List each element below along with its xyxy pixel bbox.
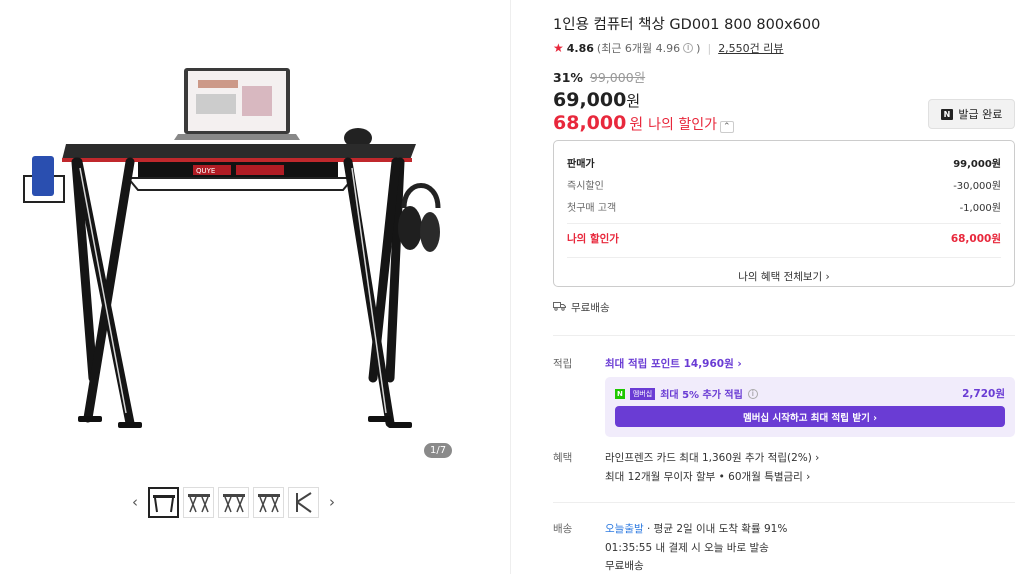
free-shipping-label: 무료배송 bbox=[571, 302, 610, 314]
price-breakdown-box: 판매가 99,000원 즉시할인 -30,000원 첫구매 고객 -1,000원… bbox=[553, 140, 1015, 287]
product-gallery: QUYE 1/7 ‹ › bbox=[0, 0, 510, 574]
prev-arrow-icon[interactable]: ‹ bbox=[126, 493, 144, 511]
free-shipping-row: 무료배송 bbox=[553, 300, 610, 315]
next-arrow-icon[interactable]: › bbox=[323, 493, 341, 511]
rating-recent: (최근 6개월 4.96 bbox=[596, 42, 681, 55]
discount-percent: 31% bbox=[553, 70, 583, 85]
product-title: 1인용 컴퓨터 책상 GD001 800 800x600 bbox=[553, 17, 821, 33]
today-departure-badge: 오늘출발 bbox=[605, 523, 644, 535]
product-main-image[interactable]: QUYE bbox=[18, 58, 458, 438]
breakdown-row: 판매가 99,000원 bbox=[567, 151, 1001, 173]
delivery-free: 무료배송 bbox=[605, 560, 644, 572]
delivery-label: 배송 bbox=[553, 523, 573, 535]
breakdown-label: 첫구매 고객 bbox=[567, 202, 617, 214]
section-divider bbox=[553, 335, 1015, 336]
original-price: 99,000원 bbox=[589, 70, 646, 85]
delivery-fast-row: 오늘출발 · 평균 2일 이내 도착 확률 91% bbox=[605, 521, 787, 536]
thumbnail-1[interactable] bbox=[148, 486, 179, 518]
discount-line: 31% 99,000원 bbox=[553, 67, 645, 86]
svg-text:QUYE: QUYE bbox=[196, 167, 215, 175]
my-price-amount: 68,000 bbox=[553, 112, 627, 134]
info-icon[interactable]: i bbox=[747, 388, 758, 399]
points-label: 적립 bbox=[553, 358, 573, 370]
truck-icon bbox=[553, 301, 566, 314]
rating-recent-close: ) bbox=[696, 41, 701, 55]
breakdown-value: 99,000원 bbox=[953, 158, 1001, 170]
rating-score: 4.86 bbox=[566, 41, 594, 55]
panel-divider bbox=[510, 0, 511, 574]
thumbnail-4[interactable] bbox=[253, 486, 284, 518]
sale-price-unit: 원 bbox=[626, 92, 641, 110]
delivery-note: · 평균 2일 이내 도착 확률 91% bbox=[646, 523, 788, 535]
thumbnail-strip: ‹ › bbox=[126, 486, 341, 518]
breakdown-row: 첫구매 고객 -1,000원 bbox=[567, 195, 1001, 217]
breakdown-total-value: 68,000원 bbox=[950, 233, 1001, 245]
installment-benefit-link[interactable]: 최대 12개월 무이자 할부 • 60개월 특별금리 › bbox=[605, 469, 810, 484]
naver-n-icon: N bbox=[615, 388, 625, 399]
coupon-button-label: 발급 완료 bbox=[958, 108, 1003, 121]
coupon-issued-button[interactable]: N 발급 완료 bbox=[928, 99, 1015, 129]
image-counter: 1/7 bbox=[424, 443, 453, 458]
my-discount-price[interactable]: 68,000 원 나의 할인가 ⌃ bbox=[553, 112, 734, 134]
sale-price: 69,000원 bbox=[553, 89, 640, 111]
my-price-unit: 원 bbox=[629, 115, 644, 133]
breakdown-label: 즉시할인 bbox=[567, 180, 604, 192]
membership-cta-button[interactable]: 멤버십 시작하고 최대 적립 받기 › bbox=[615, 406, 1005, 427]
my-price-label: 나의 할인가 bbox=[648, 117, 717, 133]
membership-box: N 멤버십 최대 5% 추가 적립 i 2,720원 멤버십 시작하고 최대 적… bbox=[605, 377, 1015, 437]
info-icon[interactable]: i bbox=[683, 43, 694, 53]
breakdown-total-label: 나의 할인가 bbox=[567, 233, 619, 245]
breakdown-value: -30,000원 bbox=[953, 180, 1001, 192]
membership-badge: 멤버십 bbox=[629, 387, 656, 400]
rating-separator: | bbox=[707, 41, 712, 55]
max-points-link[interactable]: 최대 적립 포인트 14,960원 › bbox=[605, 356, 742, 371]
breakdown-total-row: 나의 할인가 68,000원 bbox=[567, 223, 1001, 253]
star-icon: ★ bbox=[553, 41, 564, 55]
view-all-benefits-link[interactable]: 나의 혜택 전체보기 › bbox=[567, 257, 1001, 295]
membership-text: 최대 5% 추가 적립 bbox=[660, 390, 743, 401]
benefits-label: 혜택 bbox=[553, 452, 573, 464]
membership-line: N 멤버십 최대 5% 추가 적립 i bbox=[615, 386, 758, 401]
naver-n-icon: N bbox=[940, 108, 954, 120]
rating-row: ★ 4.86 (최근 6개월 4.96 i ) | 2,550건 리뷰 bbox=[553, 40, 784, 56]
review-count-link[interactable]: 2,550건 리뷰 bbox=[718, 40, 783, 56]
thumbnail-3[interactable] bbox=[218, 486, 249, 518]
section-divider bbox=[553, 502, 1015, 503]
breakdown-row: 즉시할인 -30,000원 bbox=[567, 173, 1001, 195]
chevron-up-icon[interactable]: ⌃ bbox=[720, 121, 734, 133]
card-benefit-link[interactable]: 라인프렌즈 카드 최대 1,360원 추가 적립(2%) › bbox=[605, 450, 819, 465]
breakdown-value: -1,000원 bbox=[959, 202, 1001, 214]
membership-amount: 2,720원 bbox=[962, 388, 1005, 400]
breakdown-label: 판매가 bbox=[567, 158, 595, 170]
delivery-timer: 01:35:55 내 결제 시 오늘 바로 발송 bbox=[605, 542, 769, 554]
sale-price-amount: 69,000 bbox=[553, 89, 627, 111]
thumbnail-5[interactable] bbox=[288, 486, 319, 518]
thumbnail-2[interactable] bbox=[183, 486, 214, 518]
